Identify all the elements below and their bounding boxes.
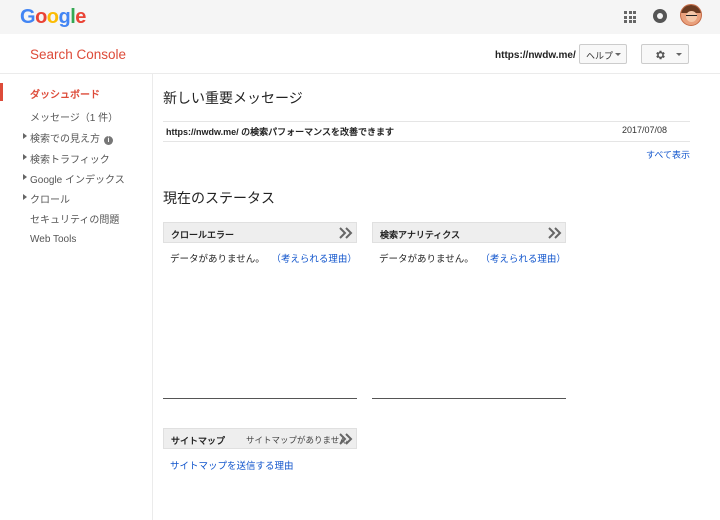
chevron-down-icon xyxy=(676,53,682,56)
card-header[interactable]: 検索アナリティクス xyxy=(372,222,566,243)
possible-reasons-link[interactable]: （考えられる理由） xyxy=(480,254,566,265)
site-selector[interactable]: https://nwdw.me/ xyxy=(495,50,576,61)
possible-reasons-link[interactable]: （考えられる理由） xyxy=(271,254,357,265)
logo-letter: g xyxy=(58,6,71,28)
message-date: 2017/07/08 xyxy=(622,125,668,135)
divider xyxy=(163,141,690,142)
sidebar-item-web-tools[interactable]: Web Tools xyxy=(30,234,76,245)
app-title[interactable]: Search Console xyxy=(30,47,126,62)
card-divider xyxy=(372,398,566,399)
sidebar-item-messages[interactable]: メッセージ（1 件） xyxy=(30,109,118,124)
card-divider xyxy=(163,398,357,399)
expand-arrow-icon[interactable] xyxy=(23,174,27,180)
help-button[interactable]: ヘルプ xyxy=(579,44,627,64)
double-chevron-right-icon xyxy=(548,227,562,239)
sidebar-item-security-issues[interactable]: セキュリティの問題 xyxy=(30,211,119,226)
sidebar-item-label: 検索での見え方 xyxy=(30,134,100,145)
card-header[interactable]: サイトマップ サイトマップがありません xyxy=(163,428,357,449)
submit-sitemap-reason-link[interactable]: サイトマップを送信する理由 xyxy=(170,458,294,472)
gear-icon xyxy=(656,50,665,60)
logo-letter: o xyxy=(46,6,59,28)
card-subtitle: サイトマップがありません xyxy=(246,435,348,445)
chevron-down-icon xyxy=(615,53,621,56)
logo-letter: G xyxy=(20,6,36,28)
google-logo[interactable]: Google xyxy=(20,6,86,29)
sidebar-item-google-index[interactable]: Google インデックス xyxy=(30,171,125,186)
expand-arrow-icon[interactable] xyxy=(23,194,27,200)
sidebar: ダッシュボード メッセージ（1 件） 検索での見え方 i 検索トラフィック Goo… xyxy=(0,74,153,520)
account-avatar[interactable] xyxy=(680,4,702,26)
show-all-link[interactable]: すべて表示 xyxy=(646,148,690,161)
google-bar: Google xyxy=(0,0,720,34)
no-data-text: データがありません。 xyxy=(379,254,474,265)
notifications-icon[interactable] xyxy=(653,9,667,23)
info-icon[interactable]: i xyxy=(104,136,113,145)
card-header[interactable]: クロールエラー xyxy=(163,222,357,243)
card-title: 検索アナリティクス xyxy=(380,230,461,240)
expand-arrow-icon[interactable] xyxy=(23,154,27,160)
expand-arrow-icon[interactable] xyxy=(23,133,27,139)
messages-title: 新しい重要メッセージ xyxy=(163,90,303,106)
sidebar-item-search-appearance[interactable]: 検索での見え方 i xyxy=(30,130,113,145)
message-subject[interactable]: https://nwdw.me/ の検索パフォーマンスを改善できます xyxy=(166,125,394,138)
double-chevron-right-icon xyxy=(339,433,353,445)
apps-grid-icon[interactable] xyxy=(624,11,636,23)
active-indicator xyxy=(0,83,3,101)
card-body: データがありません。 （考えられる理由） xyxy=(170,251,357,265)
no-data-text: データがありません。 xyxy=(170,254,265,265)
card-title: サイトマップ xyxy=(171,436,226,446)
status-title: 現在のステータス xyxy=(163,190,275,206)
double-chevron-right-icon xyxy=(339,227,353,239)
card-title: クロールエラー xyxy=(171,230,235,240)
sidebar-item-dashboard[interactable]: ダッシュボード xyxy=(30,86,100,101)
settings-button[interactable] xyxy=(641,44,689,64)
logo-letter: e xyxy=(75,6,86,28)
card-body: データがありません。 （考えられる理由） xyxy=(379,251,566,265)
sidebar-item-search-traffic[interactable]: 検索トラフィック xyxy=(30,151,110,166)
help-label: ヘルプ xyxy=(586,52,614,62)
divider xyxy=(163,121,690,122)
sidebar-item-crawl[interactable]: クロール xyxy=(30,191,70,206)
logo-letter: o xyxy=(35,6,47,28)
